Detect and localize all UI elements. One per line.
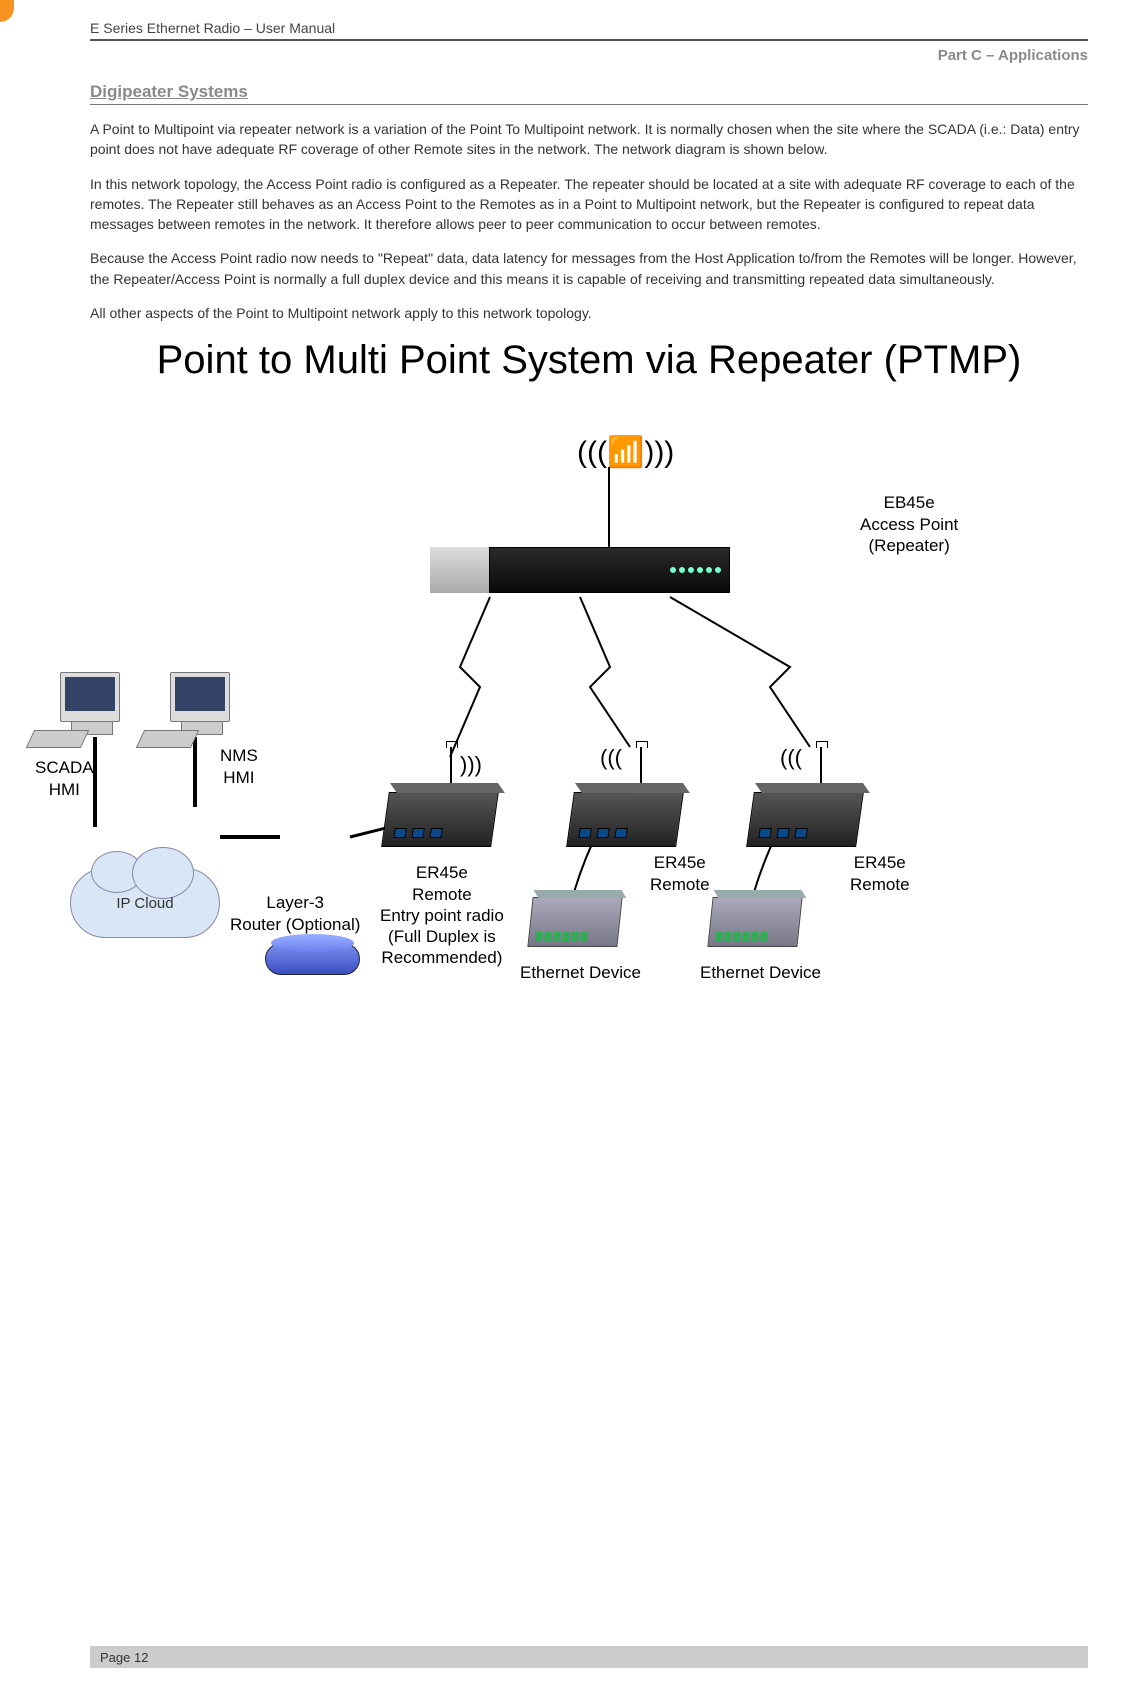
router-label: Layer-3 Router (Optional) xyxy=(230,892,360,935)
waves-icon: ))) xyxy=(460,752,482,778)
access-point-device xyxy=(430,547,730,593)
access-point-label: EB45e Access Point (Repeater) xyxy=(860,492,958,556)
remote2-label: ER45e Remote xyxy=(850,852,910,895)
paragraph-2: In this network topology, the Access Poi… xyxy=(90,174,1088,235)
nms-label: NMS HMI xyxy=(220,745,258,788)
entry-radio-device xyxy=(385,792,495,847)
remote1-device xyxy=(570,792,680,847)
diagram-title: Point to Multi Point System via Repeater… xyxy=(90,337,1088,383)
paragraph-3: Because the Access Point radio now needs… xyxy=(90,248,1088,289)
part-label: Part C – Applications xyxy=(90,47,1088,64)
header-divider xyxy=(90,39,1088,41)
page-number: Page 12 xyxy=(100,1650,148,1665)
paragraph-1: A Point to Multipoint via repeater netwo… xyxy=(90,119,1088,160)
eth-device-2 xyxy=(710,897,800,947)
entry-radio-label: ER45e Remote Entry point radio (Full Dup… xyxy=(380,862,504,968)
document-title: E Series Ethernet Radio – User Manual xyxy=(90,20,1088,39)
nms-pc xyxy=(170,672,230,722)
waves-icon: ((( xyxy=(600,745,622,771)
antenna-mast xyxy=(608,467,610,547)
network-diagram: Point to Multi Point System via Repeater… xyxy=(90,337,1088,1087)
eth-device-2-label: Ethernet Device xyxy=(700,962,821,983)
eth-device-1-label: Ethernet Device xyxy=(520,962,641,983)
section-heading: Digipeater Systems xyxy=(90,82,1088,105)
router-device xyxy=(265,943,360,975)
eth-device-1 xyxy=(530,897,620,947)
scada-label: SCADA HMI xyxy=(35,757,94,800)
body-text: A Point to Multipoint via repeater netwo… xyxy=(90,119,1088,323)
ip-cloud: IP Cloud xyxy=(70,868,220,938)
paragraph-4: All other aspects of the Point to Multip… xyxy=(90,303,1088,323)
page-footer: Page 12 xyxy=(90,1646,1088,1668)
ip-cloud-label: IP Cloud xyxy=(116,895,173,912)
waves-icon: ((( xyxy=(780,745,802,771)
antenna-waves-icon: (((📶))) xyxy=(577,435,674,470)
remote1-label: ER45e Remote xyxy=(650,852,710,895)
scada-pc xyxy=(60,672,120,722)
remote2-device xyxy=(750,792,860,847)
